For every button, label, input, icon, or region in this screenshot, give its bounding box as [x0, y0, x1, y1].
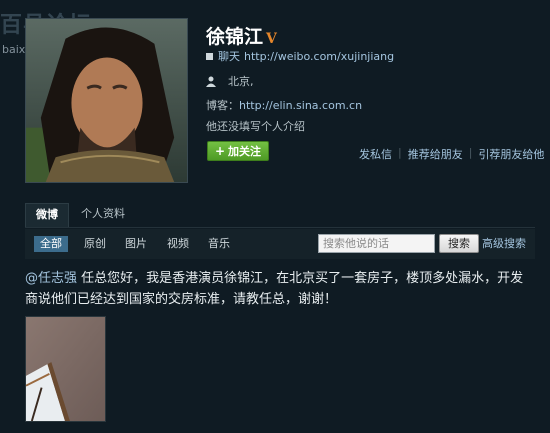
- recommend-to-friends-link[interactable]: 推荐给朋友: [408, 146, 463, 162]
- send-message-link[interactable]: 发私信: [359, 146, 392, 162]
- profile-tabs: 微博 个人资料: [25, 203, 535, 228]
- post-body: 任总您好，我是香港演员徐锦江，在北京买了一套房子，楼顶多处漏水，开发商说他们已经…: [25, 271, 524, 307]
- profile-actions: 发私信 | 推荐给朋友 | 引荐朋友给他: [359, 146, 544, 162]
- person-icon: [206, 76, 216, 87]
- tab-profile-info[interactable]: 个人资料: [71, 203, 135, 227]
- square-icon: [206, 52, 213, 60]
- avatar-photo: [26, 19, 187, 182]
- intro-text: 他还没填写个人介绍: [206, 120, 305, 133]
- follow-button[interactable]: + 加关注: [207, 141, 269, 161]
- profile-name: 徐锦江: [206, 26, 264, 48]
- introduce-friends-link[interactable]: 引荐朋友给他: [478, 146, 544, 162]
- separator: |: [398, 146, 402, 159]
- post-image: [26, 317, 105, 421]
- filter-bar: 全部 原创 图片 视频 音乐 搜索他说的话 搜索 高级搜索: [25, 229, 535, 259]
- blog-label: 博客：: [206, 99, 239, 112]
- plus-icon: +: [214, 144, 226, 158]
- weibo-url-link[interactable]: http://weibo.com/xujinjiang: [244, 50, 394, 63]
- filter-music[interactable]: 音乐: [208, 236, 230, 252]
- filter-all[interactable]: 全部: [34, 236, 68, 252]
- weibo-link-row: 聊天 http://weibo.com/xujinjiang: [206, 48, 394, 64]
- blog-url-link[interactable]: http://elin.sina.com.cn: [239, 99, 362, 112]
- location-text: 北京,: [228, 75, 254, 88]
- separator: |: [468, 146, 473, 159]
- post-text: @任志强 任总您好，我是香港演员徐锦江，在北京买了一套房子，楼顶多处漏水，开发商…: [25, 268, 535, 310]
- blog-row: 博客：http://elin.sina.com.cn: [206, 97, 362, 113]
- search-input[interactable]: 搜索他说的话: [318, 234, 435, 253]
- filter-original[interactable]: 原创: [84, 236, 106, 252]
- verified-v-icon[interactable]: V: [266, 31, 277, 47]
- avatar[interactable]: [25, 18, 188, 183]
- profile-header: 徐锦江 V: [206, 22, 277, 49]
- mention-link[interactable]: @任志强: [25, 271, 77, 286]
- tab-weibo[interactable]: 微博: [25, 203, 69, 227]
- post-image-thumbnail[interactable]: [25, 316, 106, 422]
- location-row: 北京,: [206, 73, 254, 89]
- search-button[interactable]: 搜索: [439, 234, 479, 253]
- advanced-search-link[interactable]: 高级搜索: [482, 236, 526, 252]
- follow-button-label: 加关注: [228, 145, 262, 158]
- filter-videos[interactable]: 视频: [167, 236, 189, 252]
- chat-link[interactable]: 聊天: [218, 48, 240, 64]
- filter-images[interactable]: 图片: [125, 236, 147, 252]
